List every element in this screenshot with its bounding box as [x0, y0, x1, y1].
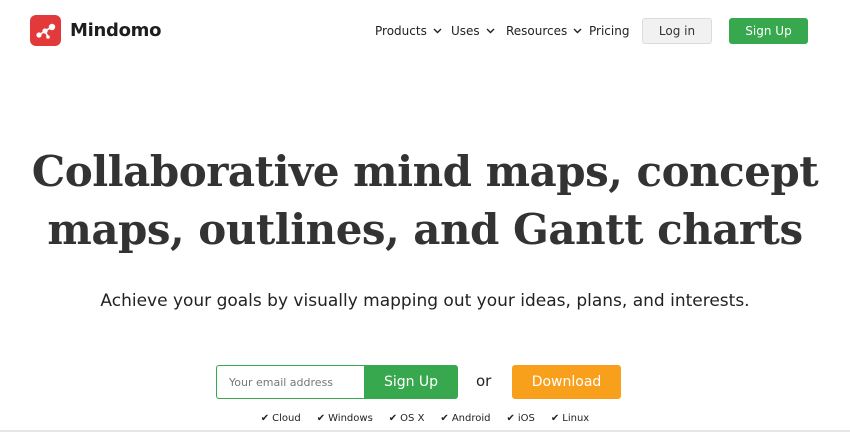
- nav-uses[interactable]: Uses: [451, 18, 495, 44]
- hero-subheadline: Achieve your goals by visually mapping o…: [100, 291, 750, 311]
- platform-label: Linux: [562, 413, 590, 424]
- platform-item: ✔ Linux: [551, 413, 589, 424]
- hero-headline-line1: Collaborative mind maps, concept: [31, 147, 819, 196]
- platform-label: Cloud: [272, 413, 301, 424]
- nav-pricing[interactable]: Pricing: [589, 18, 629, 44]
- check-icon: ✔: [550, 413, 560, 424]
- chevron-down-icon: [433, 28, 442, 34]
- platform-item: ✔ Android: [440, 413, 490, 424]
- nav-products-label: Products: [375, 24, 427, 38]
- or-separator: or: [476, 372, 492, 390]
- hero-headline: Collaborative mind maps, concept maps, o…: [0, 143, 850, 259]
- nav-uses-label: Uses: [451, 24, 480, 38]
- email-field[interactable]: [216, 365, 364, 399]
- check-icon: ✔: [260, 413, 270, 424]
- check-icon: ✔: [440, 413, 449, 424]
- platform-label: OS X: [400, 413, 425, 424]
- chevron-down-icon: [573, 28, 582, 34]
- check-icon: ✔: [388, 413, 398, 424]
- nav-resources[interactable]: Resources: [506, 18, 582, 44]
- platform-item: ✔ iOS: [506, 413, 534, 424]
- login-button[interactable]: Log in: [642, 18, 712, 44]
- platform-label: Android: [451, 413, 491, 424]
- nav-pricing-label: Pricing: [589, 24, 630, 38]
- platform-list: ✔ Cloud ✔ Windows ✔ OS X ✔ Android ✔ iOS…: [0, 413, 850, 424]
- header-signup-button[interactable]: Sign Up: [729, 18, 808, 44]
- signup-button[interactable]: Sign Up: [364, 365, 458, 399]
- nav-resources-label: Resources: [506, 24, 568, 38]
- check-icon: ✔: [316, 413, 326, 424]
- platform-label: iOS: [517, 413, 535, 424]
- check-icon: ✔: [506, 413, 515, 424]
- chevron-down-icon: [486, 28, 495, 34]
- site-header: Mindomo Products Uses Resources Pricing: [0, 0, 850, 62]
- download-button[interactable]: Download: [512, 365, 621, 399]
- mindomo-logo-icon: [30, 15, 61, 46]
- hero-headline-line2: maps, outlines, and Gantt charts: [47, 205, 803, 254]
- platform-item: ✔ OS X: [389, 413, 425, 424]
- platform-item: ✔ Cloud: [261, 413, 301, 424]
- platform-label: Windows: [328, 413, 373, 424]
- logo[interactable]: Mindomo: [30, 15, 161, 46]
- nav-products[interactable]: Products: [375, 18, 442, 44]
- platform-item: ✔ Windows: [317, 413, 373, 424]
- brand-name: Mindomo: [70, 20, 162, 41]
